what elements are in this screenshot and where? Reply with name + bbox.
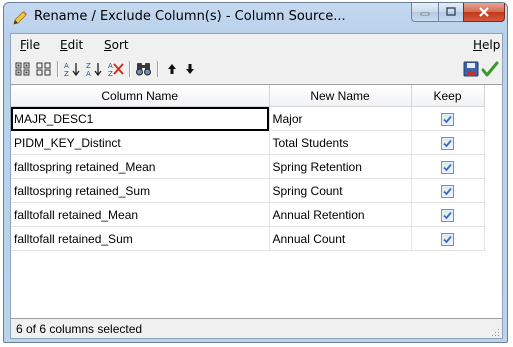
checkmark-icon <box>443 115 452 123</box>
menu-edit-mnemonic: E <box>60 38 68 52</box>
table-row[interactable]: falltofall retained_Sum Annual Count <box>11 226 485 251</box>
menu-bar: File Edit Sort Help <box>11 34 502 56</box>
sort-ascending-icon[interactable]: AZ <box>63 60 81 78</box>
new-name-cell[interactable]: Spring Count <box>269 178 412 203</box>
column-grid: Column Name New Name Keep MAJR_DESC1 Majo… <box>11 84 502 319</box>
column-name-cell[interactable]: falltospring retained_Sum <box>11 178 270 203</box>
menu-sort[interactable]: Sort <box>104 38 129 52</box>
column-name-cell[interactable]: falltofall retained_Mean <box>11 202 270 227</box>
table-row[interactable]: falltospring retained_Mean Spring Retenti… <box>11 154 485 179</box>
column-name-cell[interactable]: falltofall retained_Sum <box>11 226 270 251</box>
move-up-icon[interactable] <box>163 60 181 78</box>
rename-exclude-dialog: Rename / Exclude Column(s) - Column Sour… <box>3 2 508 343</box>
menu-file-label: ile <box>26 38 41 52</box>
column-name-cell[interactable]: falltospring retained_Mean <box>11 154 270 179</box>
checkmark-icon <box>443 235 452 243</box>
find-icon[interactable] <box>135 60 153 78</box>
keep-checkbox[interactable] <box>441 160 454 174</box>
maximize-icon <box>446 7 456 16</box>
close-icon <box>479 7 489 17</box>
select-all-icon[interactable] <box>14 60 32 78</box>
toolbar: AZ ZA AZ <box>11 56 502 82</box>
pencil-rename-icon <box>12 10 28 26</box>
minimize-button[interactable] <box>411 3 439 22</box>
close-button[interactable] <box>463 3 505 22</box>
keep-checkbox[interactable] <box>441 184 454 198</box>
toolbar-separator <box>57 61 59 77</box>
toolbar-separator <box>157 61 159 77</box>
checkmark-icon <box>443 211 452 219</box>
svg-text:Z: Z <box>86 62 91 70</box>
keep-checkbox[interactable] <box>441 208 454 222</box>
menu-help-mnemonic: H <box>473 38 483 52</box>
table-row[interactable]: PIDM_KEY_Distinct Total Students <box>11 130 485 155</box>
column-name-cell[interactable]: MAJR_DESC1 <box>11 106 270 131</box>
svg-text:A: A <box>64 62 69 70</box>
new-name-cell[interactable]: Total Students <box>269 130 412 155</box>
keep-header[interactable]: Keep <box>411 85 485 107</box>
keep-cell <box>411 106 485 131</box>
new-name-cell[interactable]: Annual Retention <box>269 202 412 227</box>
new-name-header[interactable]: New Name <box>269 85 412 107</box>
keep-checkbox[interactable] <box>441 112 454 126</box>
menu-edit[interactable]: Edit <box>60 38 83 52</box>
toolbar-separator <box>129 61 131 77</box>
new-name-cell[interactable]: Spring Retention <box>269 154 412 179</box>
table-row[interactable]: falltofall retained_Mean Annual Retention <box>11 202 485 227</box>
keep-cell <box>411 154 485 179</box>
menu-help[interactable]: Help <box>473 38 500 52</box>
clear-sort-icon[interactable]: AZ <box>107 60 125 78</box>
ok-checkmark-icon[interactable] <box>481 60 499 78</box>
new-name-cell[interactable]: Annual Count <box>269 226 412 251</box>
deselect-all-icon[interactable] <box>35 60 53 78</box>
title-bar[interactable]: Rename / Exclude Column(s) - Column Sour… <box>4 3 507 33</box>
checkmark-icon <box>443 163 452 171</box>
new-name-cell[interactable]: Major <box>269 106 412 131</box>
column-table: Column Name New Name Keep MAJR_DESC1 Majo… <box>11 85 485 251</box>
svg-text:Z: Z <box>64 70 69 77</box>
menu-file[interactable]: File <box>20 38 40 52</box>
minimize-icon <box>420 12 430 16</box>
keep-checkbox[interactable] <box>441 136 454 150</box>
resize-grip-icon[interactable] <box>490 327 500 337</box>
move-down-icon[interactable] <box>181 60 199 78</box>
keep-cell <box>411 178 485 203</box>
menu-edit-label: dit <box>67 38 84 52</box>
window-title: Rename / Exclude Column(s) - Column Sour… <box>34 9 346 24</box>
svg-text:A: A <box>86 70 91 77</box>
keep-checkbox[interactable] <box>441 232 454 246</box>
keep-cell <box>411 202 485 227</box>
table-header-row: Column Name New Name Keep <box>11 85 485 107</box>
table-row[interactable]: falltospring retained_Sum Spring Count <box>11 178 485 203</box>
menu-help-label: elp <box>482 38 501 52</box>
svg-text:A: A <box>108 62 113 70</box>
status-text: 6 of 6 columns selected <box>16 322 143 336</box>
table-row[interactable]: MAJR_DESC1 Major <box>11 106 485 131</box>
status-bar: 6 of 6 columns selected <box>11 318 502 339</box>
dialog-client-area: File Edit Sort Help AZ ZA AZ Column Name… <box>10 33 503 339</box>
menu-sort-mnemonic: S <box>104 38 112 52</box>
svg-text:Z: Z <box>108 70 113 77</box>
keep-cell <box>411 130 485 155</box>
column-name-cell[interactable]: PIDM_KEY_Distinct <box>11 130 270 155</box>
save-icon[interactable] <box>462 60 480 78</box>
checkmark-icon <box>443 139 452 147</box>
checkmark-icon <box>443 187 452 195</box>
maximize-button[interactable] <box>438 3 464 22</box>
column-name-header[interactable]: Column Name <box>11 85 270 107</box>
sort-descending-icon[interactable]: ZA <box>85 60 103 78</box>
keep-cell <box>411 226 485 251</box>
menu-sort-label: ort <box>111 38 129 52</box>
